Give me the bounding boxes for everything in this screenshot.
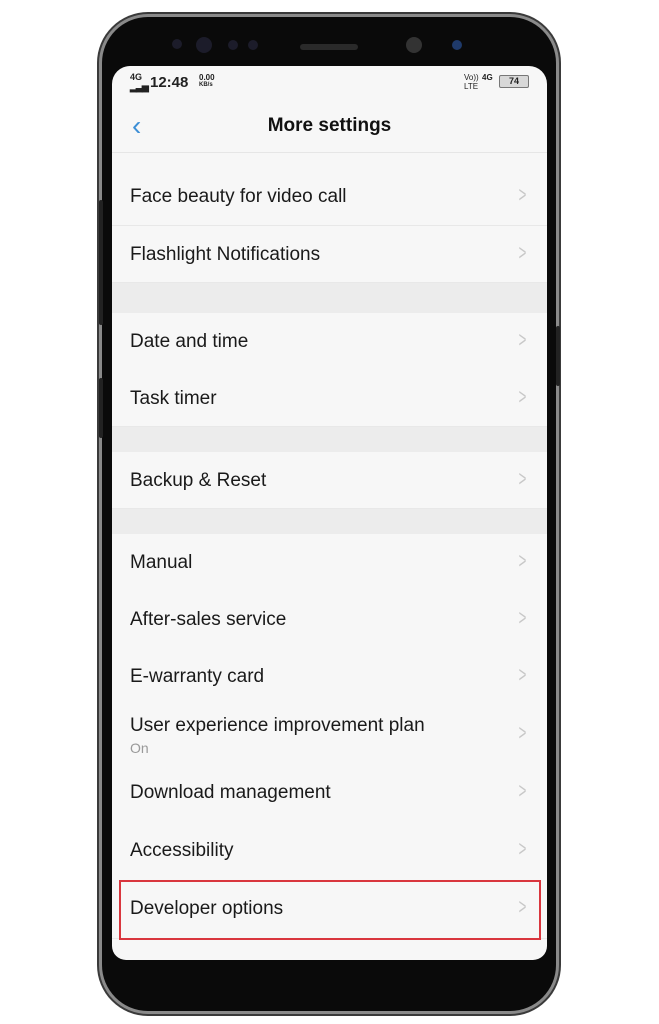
list-item-label: Flashlight Notifications xyxy=(130,244,321,265)
clock: 12:48 xyxy=(150,74,189,91)
power-button xyxy=(556,326,560,386)
list-item[interactable]: Task timer > xyxy=(112,370,547,427)
network-type: 4G xyxy=(482,73,493,82)
list-item-label: After-sales service xyxy=(130,609,287,630)
list-item[interactable]: Manual > xyxy=(112,534,547,592)
chevron-right-icon: > xyxy=(518,466,527,491)
chevron-right-icon: > xyxy=(518,327,527,352)
list-item[interactable]: Flashlight Notifications > xyxy=(112,226,547,283)
chevron-right-icon: > xyxy=(518,240,527,265)
page-title: More settings xyxy=(267,115,392,136)
chevron-right-icon: > xyxy=(518,720,527,745)
sensor-icon xyxy=(248,40,258,50)
chevron-right-icon: > xyxy=(518,662,527,687)
volte-icon: Vo)) xyxy=(464,73,479,82)
list-item-label: Manual xyxy=(130,552,193,573)
highlight-box xyxy=(119,880,541,940)
list-item[interactable]: Download management > xyxy=(112,764,547,823)
chevron-right-icon: > xyxy=(518,836,527,861)
speaker-grille xyxy=(300,44,358,50)
list-item[interactable]: Face beauty for video call > xyxy=(112,168,547,226)
signal-bars-icon: ▂▃▅ xyxy=(130,82,149,92)
side-button xyxy=(99,200,103,325)
chevron-right-icon: > xyxy=(518,778,527,803)
screen: 4G ▂▃▅ 12:48 0.00 KB/s Vo)) LTE 4G 74 ‹ … xyxy=(112,66,547,960)
lte-label: LTE xyxy=(464,82,479,91)
list-item-label: Task timer xyxy=(130,388,217,409)
chevron-right-icon: > xyxy=(518,182,527,207)
net-speed-unit: KB/s xyxy=(199,82,213,88)
list-item[interactable]: After-sales service > xyxy=(112,591,547,649)
signal-icon: 4G xyxy=(130,72,143,82)
front-camera-icon xyxy=(406,37,422,53)
list-item[interactable]: User experience improvement plan On > xyxy=(112,706,547,765)
list-item-label: Accessibility xyxy=(130,840,234,861)
section-divider xyxy=(112,426,547,452)
list-item[interactable]: Accessibility > xyxy=(112,822,547,881)
list-item-label: Date and time xyxy=(130,331,249,352)
sensor-icon xyxy=(228,40,238,50)
section-divider xyxy=(112,508,547,534)
status-bar: 4G ▂▃▅ 12:48 0.00 KB/s Vo)) LTE 4G 74 xyxy=(112,66,547,100)
list-item-label: Download management xyxy=(130,782,331,803)
sensor-icon xyxy=(196,37,212,53)
side-button xyxy=(99,378,103,438)
list-item-status: On xyxy=(130,740,149,756)
list-item-label: E-warranty card xyxy=(130,666,265,687)
chevron-right-icon: > xyxy=(518,605,527,630)
list-item[interactable]: E-warranty card > xyxy=(112,648,547,707)
net-speed: 0.00 xyxy=(199,73,215,82)
list-item-label: User experience improvement plan xyxy=(130,715,425,736)
list-item-label: Backup & Reset xyxy=(130,470,267,491)
chevron-right-icon: > xyxy=(518,384,527,409)
app-header: ‹ More settings xyxy=(112,100,547,153)
list-item-label: Face beauty for video call xyxy=(130,186,347,207)
list-item[interactable]: Date and time > xyxy=(112,313,547,371)
chevron-right-icon: > xyxy=(518,548,527,573)
battery-icon: 74 xyxy=(499,75,529,88)
sensor-icon xyxy=(452,40,462,50)
list-item[interactable]: Backup & Reset > xyxy=(112,452,547,509)
sensor-icon xyxy=(172,39,182,49)
section-divider xyxy=(112,282,547,313)
